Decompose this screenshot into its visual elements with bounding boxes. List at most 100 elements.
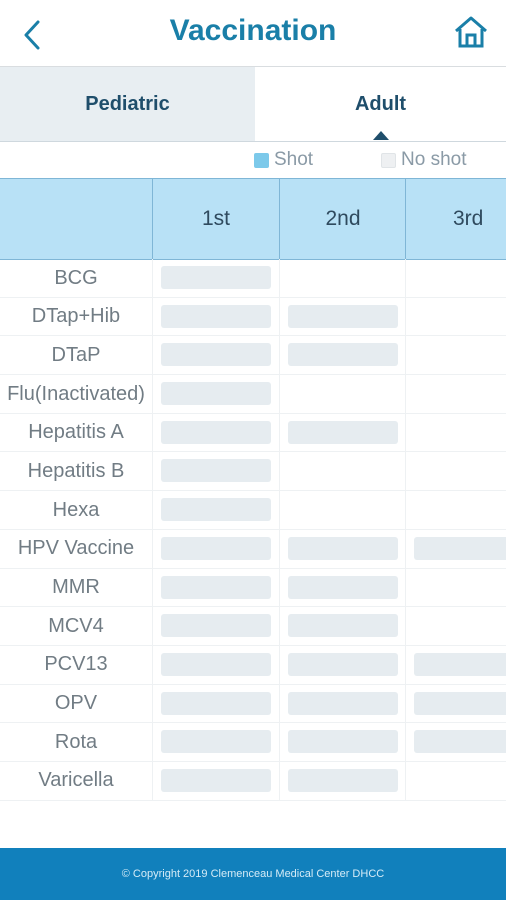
column-header: 1st (152, 179, 279, 259)
no-shot-bar (414, 691, 506, 715)
dose-cell[interactable] (152, 297, 279, 336)
dose-cell[interactable] (405, 297, 506, 336)
table-row: MMR (0, 568, 506, 608)
no-shot-bar (288, 614, 398, 638)
vaccine-name: BCG (54, 266, 98, 289)
dose-cell[interactable] (152, 259, 279, 297)
legend-shot: Shot (254, 149, 313, 171)
no-shot-swatch (381, 152, 396, 168)
vaccine-name: DTaP (51, 343, 101, 366)
vaccine-table: BCG DTap+Hib DTaP Flu(Inactivated) Hepatitis… (0, 259, 506, 801)
vaccine-name: Hexa (52, 498, 100, 521)
dose-cell[interactable] (405, 607, 506, 646)
no-shot-bar (161, 730, 271, 754)
no-shot-bar (288, 768, 398, 792)
dose-cell[interactable] (279, 607, 406, 646)
dose-cell[interactable] (405, 529, 506, 568)
vaccine-name: Hepatitis B (27, 459, 125, 482)
dose-cell[interactable] (152, 568, 279, 607)
dose-cell[interactable] (152, 723, 279, 762)
dose-cell[interactable] (405, 645, 506, 684)
tab-indicator (373, 131, 389, 140)
page-title: Vaccination (169, 14, 337, 47)
shot-swatch (254, 152, 269, 168)
home-button[interactable] (452, 14, 490, 50)
dose-cell[interactable] (279, 684, 406, 723)
table-row: OPV (0, 684, 506, 724)
dose-cell[interactable] (405, 336, 506, 375)
vaccine-name: PCV13 (44, 653, 108, 676)
dose-cell[interactable] (279, 568, 406, 607)
age-tabs: Pediatric Adult (0, 67, 506, 142)
dose-cell[interactable] (152, 607, 279, 646)
dose-cell[interactable] (405, 259, 506, 297)
table-row: BCG (0, 259, 506, 298)
dose-cell[interactable] (152, 761, 279, 800)
dose-cell[interactable] (405, 491, 506, 530)
dose-cell[interactable] (279, 259, 406, 297)
legend-shot-label: Shot (274, 149, 314, 170)
dose-cell[interactable] (279, 297, 406, 336)
table-row: Hepatitis A (0, 413, 506, 453)
dose-cell[interactable] (152, 645, 279, 684)
vaccine-name: Rota (54, 730, 98, 753)
dose-cell[interactable] (279, 452, 406, 491)
table-row: Varicella (0, 761, 506, 801)
dose-cell[interactable] (405, 684, 506, 723)
vaccine-name: OPV (54, 692, 98, 715)
table-row: Hepatitis B (0, 452, 506, 492)
no-shot-bar (414, 652, 506, 676)
column-header: 3rd (405, 179, 506, 259)
dose-cell[interactable] (279, 491, 406, 530)
no-shot-bar (288, 575, 398, 599)
dose-cell[interactable] (152, 375, 279, 414)
table-row: PCV13 (0, 645, 506, 685)
copyright-text: © Copyright 2019 Clemenceau Medical Cent… (121, 868, 385, 880)
vaccine-name: DTap+Hib (31, 305, 121, 328)
dose-cell[interactable] (405, 723, 506, 762)
table-row: Rota (0, 723, 506, 762)
no-shot-bar (414, 730, 506, 754)
vaccine-name: MCV4 (48, 614, 104, 637)
dose-cell[interactable] (279, 375, 406, 414)
app-header: Vaccination (0, 0, 506, 67)
no-shot-bar (161, 614, 271, 638)
no-shot-bar (288, 536, 398, 560)
dose-cell[interactable] (152, 684, 279, 723)
vaccine-name: HPV Vaccine (17, 537, 135, 560)
table-header: 1st 2nd 3rd (0, 178, 506, 260)
no-shot-bar (161, 343, 271, 367)
dose-cell[interactable] (152, 529, 279, 568)
no-shot-bar (161, 536, 271, 560)
dose-cell[interactable] (279, 723, 406, 762)
dose-cell[interactable] (279, 529, 406, 568)
legend: Shot No shot (0, 143, 506, 178)
dose-cell[interactable] (279, 761, 406, 800)
dose-cell[interactable] (405, 452, 506, 491)
dose-cell[interactable] (152, 491, 279, 530)
dose-cell[interactable] (405, 761, 506, 800)
dose-cell[interactable] (405, 568, 506, 607)
table-row: HPV Vaccine (0, 529, 506, 569)
dose-cell[interactable] (405, 413, 506, 452)
dose-cell[interactable] (279, 645, 406, 684)
no-shot-bar (288, 691, 398, 715)
table-row: DTaP (0, 336, 506, 376)
column-header: 2nd (279, 179, 406, 259)
tab-pediatric[interactable]: Pediatric (0, 67, 255, 142)
dose-cell[interactable] (279, 413, 406, 452)
no-shot-bar (161, 768, 271, 792)
no-shot-bar (161, 266, 271, 289)
dose-cell[interactable] (152, 336, 279, 375)
footer: © Copyright 2019 Clemenceau Medical Cent… (0, 848, 506, 900)
no-shot-bar (414, 536, 506, 560)
legend-no-shot: No shot (381, 149, 466, 171)
dose-cell[interactable] (152, 413, 279, 452)
dose-cell[interactable] (279, 336, 406, 375)
no-shot-bar (288, 420, 398, 444)
no-shot-bar (161, 575, 271, 599)
no-shot-bar (288, 652, 398, 676)
vaccine-name: Varicella (38, 769, 114, 792)
dose-cell[interactable] (152, 452, 279, 491)
dose-cell[interactable] (405, 375, 506, 414)
